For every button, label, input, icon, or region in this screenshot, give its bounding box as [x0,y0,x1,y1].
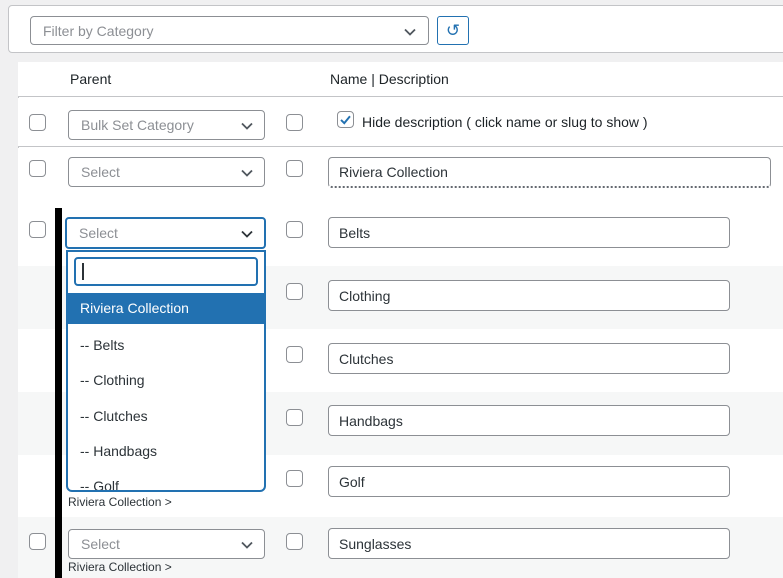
chevron-down-icon [239,118,255,137]
category-name-input[interactable] [328,466,730,497]
text-caret [82,263,84,280]
filter-by-category-select[interactable]: Filter by Category [30,16,429,45]
filter-bar: Filter by Category ↺ [8,5,783,53]
category-name-input[interactable] [328,528,730,559]
table-header-row: Parent Name | Description [18,62,783,97]
row-select-checkbox[interactable] [286,470,303,487]
parent-select-open[interactable]: Select [65,217,266,249]
undo-icon: ↺ [446,21,460,40]
bulk-actions-row: Bulk Set Category Hide description ( cli… [18,98,783,147]
parent-select[interactable]: Select [68,529,265,559]
chevron-down-icon [239,165,255,184]
row-select-checkbox[interactable] [286,533,303,550]
row-select-checkbox[interactable] [29,114,46,131]
bulk-category-editor: Filter by Category ↺ Parent Name | Descr… [0,0,783,578]
table-row: Select [18,148,783,203]
column-header-parent: Parent [70,62,111,97]
dropdown-option[interactable]: -- Handbags [68,434,264,469]
dropdown-option[interactable]: -- Clothing [68,363,264,398]
column-header-name-description: Name | Description [330,62,449,97]
dropdown-search-input[interactable] [74,257,258,286]
parent-select-label: Select [81,536,120,552]
chevron-down-icon [239,226,255,245]
chevron-down-icon [402,24,418,43]
category-name-input[interactable] [328,157,771,188]
hide-description-checkbox[interactable] [337,111,354,128]
dropdown-option[interactable]: -- Belts [68,328,264,363]
check-icon [339,113,352,126]
row-select-checkbox[interactable] [286,283,303,300]
filter-by-category-placeholder: Filter by Category [43,23,153,39]
indent-marker-bar [55,208,62,578]
row-select-checkbox[interactable] [286,160,303,177]
row-select-checkbox[interactable] [29,221,46,238]
category-name-input[interactable] [328,343,730,374]
parent-select-dropdown: Riviera Collection -- Belts -- Clothing … [66,250,266,492]
category-name-input[interactable] [328,405,730,436]
row-select-checkbox[interactable] [286,346,303,363]
parent-path-label: Riviera Collection > [68,560,172,574]
dropdown-option[interactable]: Riviera Collection [68,293,264,324]
bulk-set-category-label: Bulk Set Category [81,117,194,133]
row-select-checkbox[interactable] [286,409,303,426]
parent-select-label: Select [79,225,118,241]
hide-description-label: Hide description ( click name or slug to… [362,98,648,147]
category-name-input[interactable] [328,280,730,311]
parent-select-label: Select [81,164,120,180]
row-select-checkbox[interactable] [286,221,303,238]
row-select-checkbox[interactable] [286,114,303,131]
table-row: Select Riviera Collection > [18,517,783,578]
row-select-checkbox[interactable] [29,160,46,177]
chevron-down-icon [239,537,255,556]
parent-path-label: Riviera Collection > [68,495,172,509]
reset-filter-button[interactable]: ↺ [437,16,469,45]
parent-select[interactable]: Select [68,157,265,187]
dropdown-option[interactable]: -- Golf [68,469,264,492]
row-select-checkbox[interactable] [29,533,46,550]
category-name-input[interactable] [328,217,730,248]
dropdown-option[interactable]: -- Clutches [68,399,264,434]
bulk-set-category-select[interactable]: Bulk Set Category [68,110,265,140]
